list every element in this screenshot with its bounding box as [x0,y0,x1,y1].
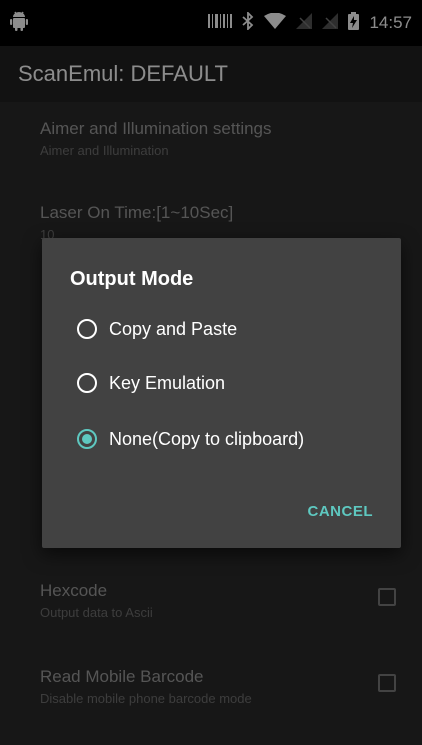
option-none-copy-to-clipboard[interactable]: None(Copy to clipboard) [77,422,304,456]
radio-button-selected[interactable] [77,429,97,449]
option-copy-and-paste[interactable]: Copy and Paste [77,312,237,346]
option-label: None(Copy to clipboard) [109,428,305,449]
option-key-emulation[interactable]: Key Emulation [77,366,225,400]
dialog-title: Output Mode [70,268,194,290]
radio-button[interactable] [77,373,97,393]
cancel-button[interactable]: CANCEL [308,503,374,520]
output-mode-dialog: Output Mode Copy and Paste Key Emulation… [42,238,401,548]
option-label: Copy and Paste [109,318,238,339]
option-label: Key Emulation [109,372,226,393]
radio-button[interactable] [77,319,97,339]
